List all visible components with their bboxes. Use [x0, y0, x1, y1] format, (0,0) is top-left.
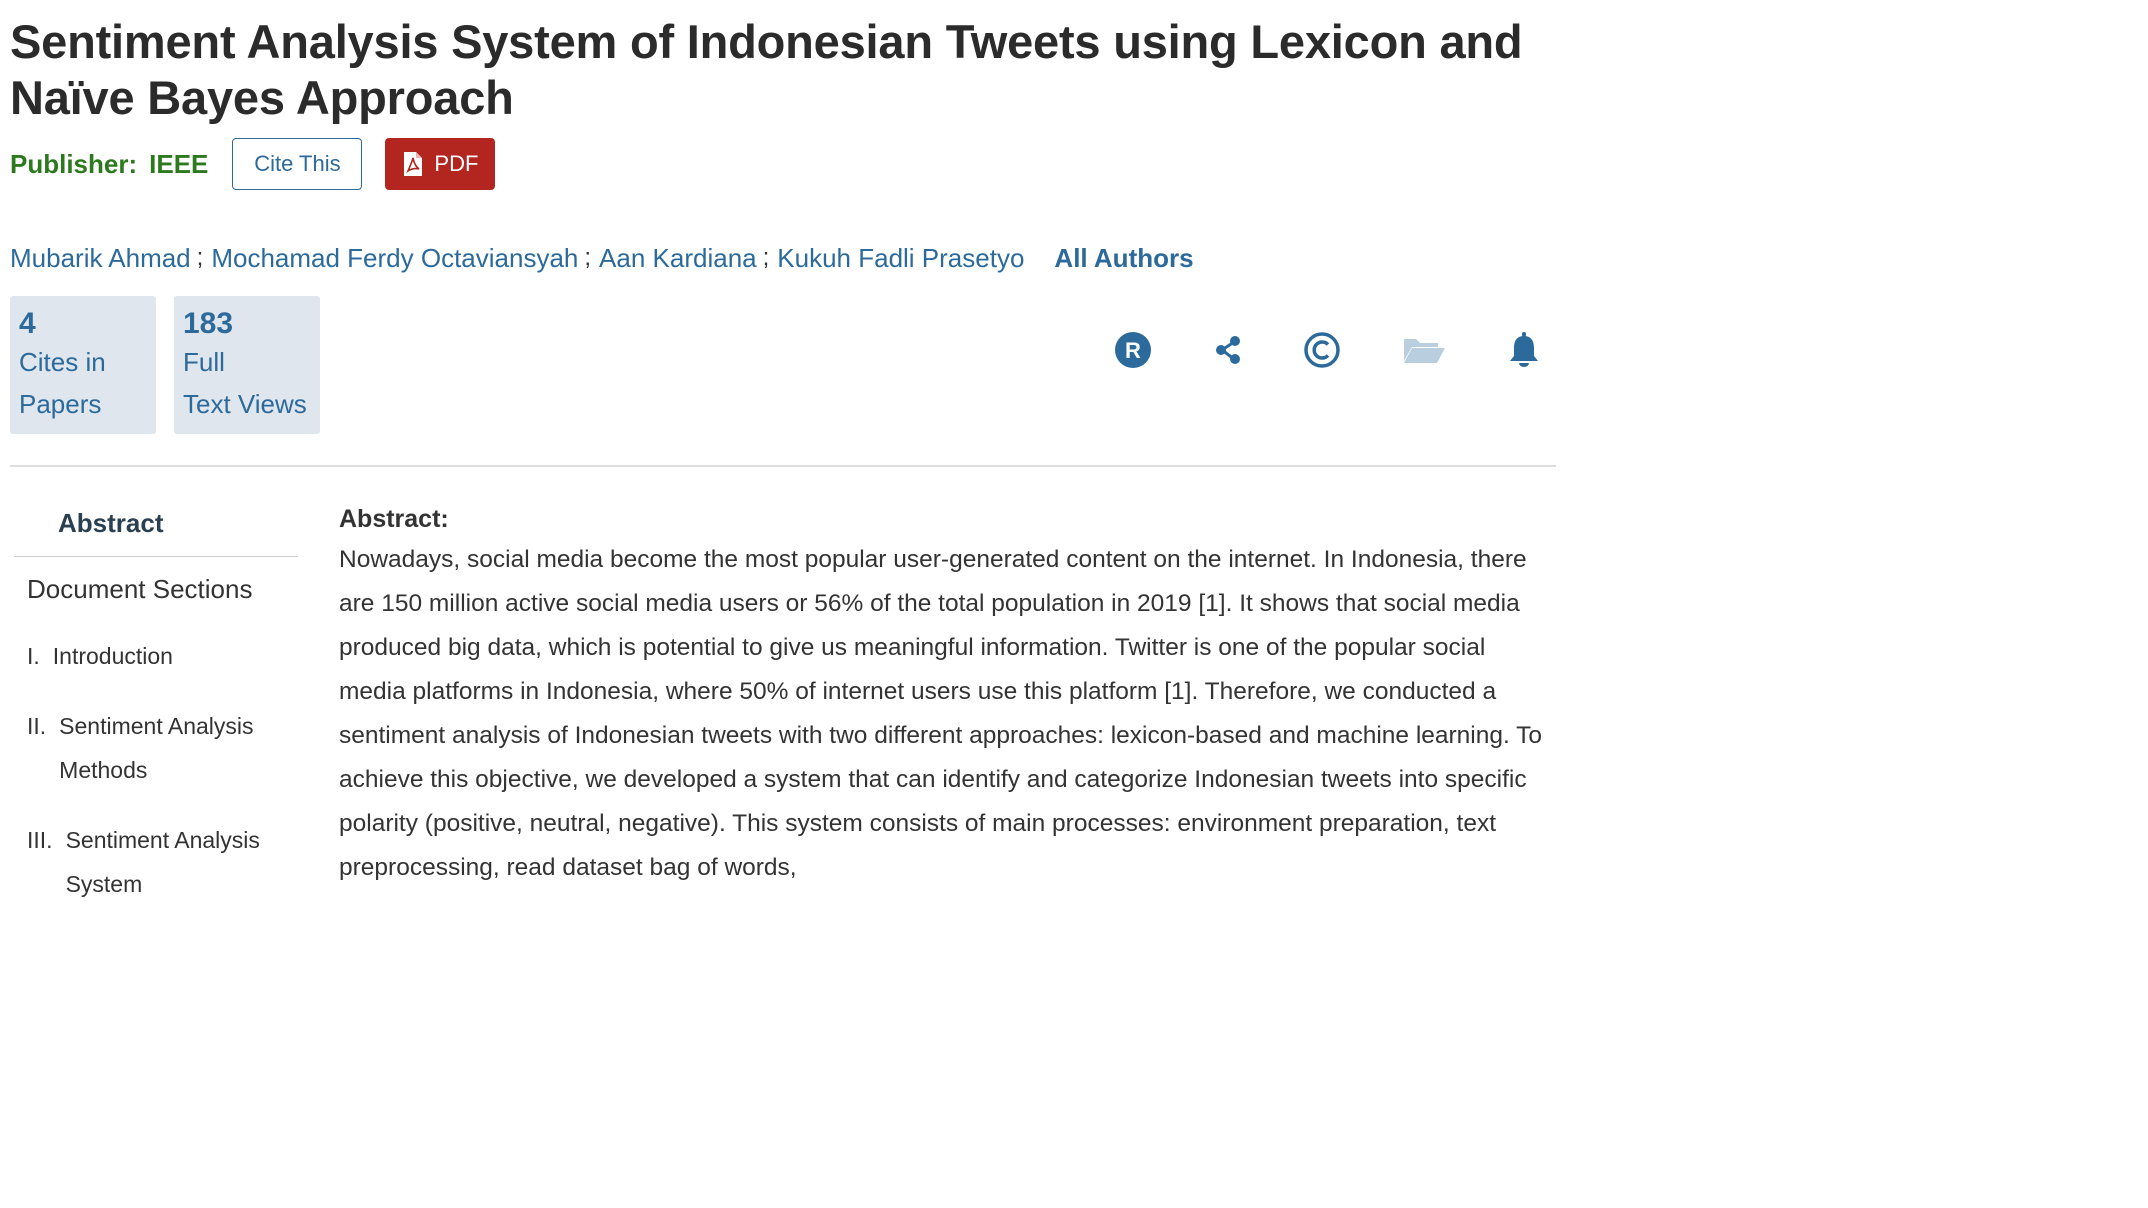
pdf-icon	[402, 151, 424, 177]
bell-icon[interactable]	[1504, 330, 1544, 370]
cites-label-line1: Cites in	[19, 347, 106, 377]
sidebar-item-introduction[interactable]: I. Introduction	[27, 634, 307, 678]
article-page: Sentiment Analysis System of Indonesian …	[0, 0, 1564, 897]
pdf-button[interactable]: PDF	[385, 138, 496, 190]
author-link[interactable]: Kukuh Fadli Prasetyo	[777, 243, 1024, 274]
section-divider	[10, 465, 1556, 467]
svg-text:R: R	[1125, 338, 1141, 363]
section-number: II.	[27, 713, 47, 739]
sidebar-abstract-tab[interactable]: Abstract	[58, 508, 163, 539]
cites-metric[interactable]: 4 Cites in Papers	[10, 296, 156, 434]
author-separator: ;	[196, 244, 204, 271]
sidebar-item-system[interactable]: III. Sentiment Analysis System	[27, 818, 307, 906]
section-label: Introduction	[52, 643, 173, 669]
author-separator: ;	[584, 244, 592, 271]
page-title: Sentiment Analysis System of Indonesian …	[10, 15, 1523, 124]
section-number: III.	[27, 827, 53, 853]
document-sections-heading: Document Sections	[27, 574, 253, 604]
pdf-label: PDF	[434, 151, 479, 176]
views-count: 183	[183, 307, 234, 340]
cites-count: 4	[19, 307, 36, 340]
cites-label-line2: Papers	[19, 389, 102, 419]
share-icon[interactable]	[1208, 330, 1248, 370]
abstract-text: Nowadays, social media become the most p…	[339, 546, 1543, 881]
abstract-heading: Abstract:	[339, 505, 449, 533]
views-label-line1: Full	[183, 347, 225, 377]
author-link[interactable]: Mochamad Ferdy Octaviansyah	[211, 243, 578, 274]
cite-this-button[interactable]: Cite This	[232, 138, 363, 190]
authors-list: Mubarik Ahmad ; Mochamad Ferdy Octavians…	[10, 240, 1194, 276]
publisher-row: Publisher: IEEE Cite This PDF	[10, 138, 496, 190]
section-number: I.	[27, 643, 40, 669]
publisher-label: Publisher:	[10, 148, 138, 179]
section-label: Sentiment Analysis System	[65, 827, 260, 897]
folder-icon[interactable]	[1402, 330, 1446, 370]
rights-r-icon[interactable]: R	[1113, 330, 1153, 370]
author-link[interactable]: Mubarik Ahmad	[10, 243, 191, 274]
author-link[interactable]: Aan Kardiana	[599, 243, 757, 274]
all-authors-link[interactable]: All Authors	[1054, 243, 1193, 274]
publisher-name: IEEE	[149, 148, 209, 179]
views-label-line2: Text Views	[183, 389, 307, 419]
sidebar-divider	[14, 556, 298, 557]
copyright-icon[interactable]	[1302, 330, 1342, 370]
sidebar-item-methods[interactable]: II. Sentiment Analysis Methods	[27, 704, 307, 792]
section-label: Sentiment Analysis Methods	[59, 713, 254, 783]
author-separator: ;	[762, 244, 770, 271]
views-metric[interactable]: 183 Full Text Views	[174, 296, 320, 434]
